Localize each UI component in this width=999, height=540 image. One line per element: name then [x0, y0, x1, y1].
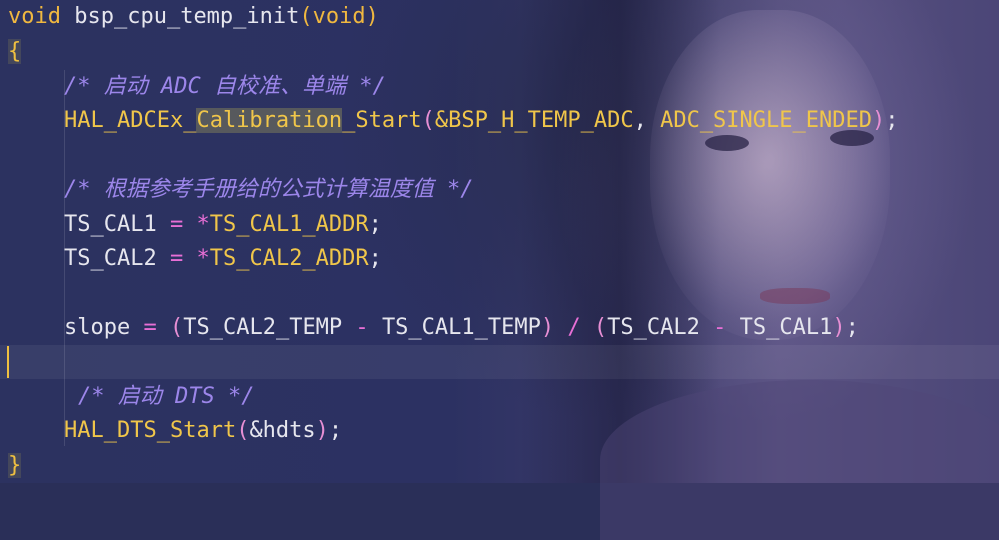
code-line-2[interactable]: { [8, 35, 999, 69]
code-line-1[interactable]: void bsp_cpu_temp_init(void) [8, 0, 999, 34]
code-line-3[interactable]: /* 启动 ADC 自校准、单端 */ [64, 70, 999, 104]
code-line-6[interactable]: /* 根据参考手册给的公式计算温度值 */ [64, 173, 999, 207]
text-cursor [7, 346, 9, 378]
code-line-7[interactable]: TS_CAL1 = *TS_CAL1_ADDR; [64, 208, 999, 242]
code-line-14[interactable]: } [8, 449, 999, 483]
code-line-4[interactable]: HAL_ADCEx_Calibration_Start(&BSP_H_TEMP_… [64, 104, 999, 138]
code-line-10[interactable]: slope = (TS_CAL2_TEMP - TS_CAL1_TEMP) / … [64, 311, 999, 345]
code-line-12[interactable]: /* 启动 DTS */ [78, 380, 999, 414]
code-line-8[interactable]: TS_CAL2 = *TS_CAL2_ADDR; [64, 242, 999, 276]
code-line-13[interactable]: HAL_DTS_Start(&hdts); [64, 414, 999, 448]
code-line-11-current[interactable] [0, 345, 999, 379]
code-editor[interactable]: void bsp_cpu_temp_init(void) { /* 启动 ADC… [0, 0, 999, 483]
